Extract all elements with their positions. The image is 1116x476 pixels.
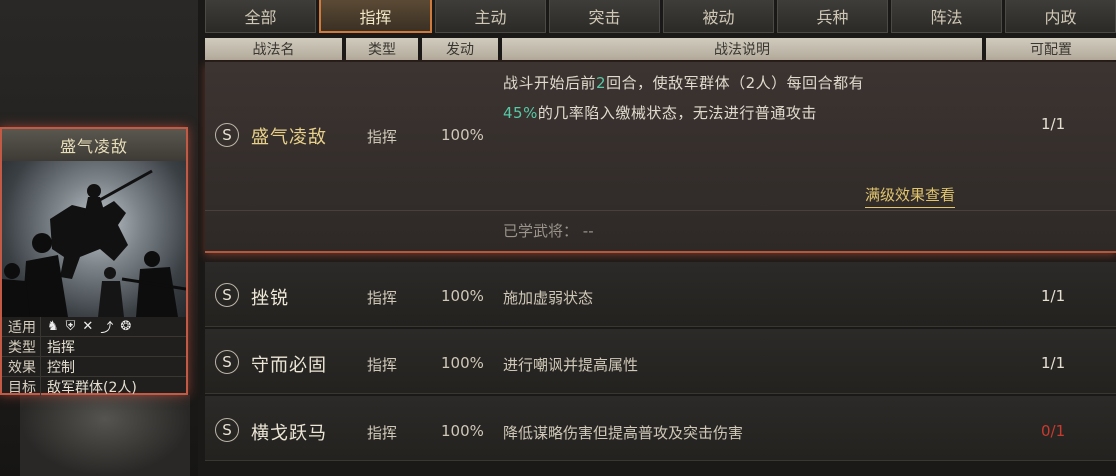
skill-config: 1/1 bbox=[1041, 287, 1066, 305]
attr-value: 敌军群体(2人) bbox=[40, 377, 137, 396]
skill-description: 降低谋略伤害但提高普攻及突击伤害 bbox=[503, 424, 744, 442]
skill-description: 进行嘲讽并提高属性 bbox=[503, 356, 639, 374]
tab-passive[interactable]: 被动 bbox=[663, 0, 774, 33]
skill-type: 指挥 bbox=[367, 424, 398, 442]
learned-generals: 已学武将： -- bbox=[503, 220, 594, 241]
skill-config: 1/1 bbox=[1041, 354, 1066, 372]
attr-key: 效果 bbox=[8, 359, 36, 376]
skill-card-attributes: 适用 ♞ ⛨ ✕ ⤴ ❂ 类型 指挥 效果 控制 目标 敌军群体(2人) bbox=[2, 317, 186, 396]
tab-command[interactable]: 指挥 bbox=[319, 0, 432, 33]
skill-type: 指挥 bbox=[367, 356, 398, 374]
grade-badge: S bbox=[215, 418, 239, 442]
skill-config: 1/1 bbox=[1041, 115, 1066, 133]
desc-percent: 45% bbox=[503, 104, 538, 122]
skill-rate: 100% bbox=[441, 287, 484, 305]
category-tabs: 全部 指挥 主动 突击 被动 兵种 阵法 内政 bbox=[205, 0, 1116, 33]
skill-description: 施加虚弱状态 bbox=[503, 289, 594, 307]
grade-badge: S bbox=[215, 350, 239, 374]
column-header-type[interactable]: 类型 bbox=[346, 38, 418, 60]
attr-row-applicable: 适用 ♞ ⛨ ✕ ⤴ ❂ bbox=[2, 317, 186, 337]
column-header-name[interactable]: 战法名 bbox=[205, 38, 342, 60]
cavalry-icon: ♞ bbox=[47, 319, 59, 334]
skill-rate: 100% bbox=[441, 422, 484, 440]
desc-text: 战斗开始后前 bbox=[503, 74, 597, 92]
skill-config: 0/1 bbox=[1041, 422, 1066, 440]
skill-name: 盛气凌敌 bbox=[251, 127, 327, 148]
learned-value: -- bbox=[582, 222, 594, 240]
skill-type: 指挥 bbox=[367, 128, 398, 146]
tab-all[interactable]: 全部 bbox=[205, 0, 316, 33]
learned-label: 已学武将： bbox=[503, 222, 579, 240]
grade-badge: S bbox=[215, 123, 239, 147]
skill-rate: 100% bbox=[441, 354, 484, 372]
skill-card-title: 盛气凌敌 bbox=[2, 129, 186, 161]
skill-rate: 100% bbox=[441, 126, 484, 144]
attr-row-effect: 效果 控制 bbox=[2, 357, 186, 377]
desc-text: 回合，使敌军群体（2人）每回合都有 bbox=[606, 74, 865, 92]
attr-value: 控制 bbox=[40, 357, 75, 376]
skill-description-line-1: 战斗开始后前2回合，使敌军群体（2人）每回合都有 bbox=[503, 72, 864, 93]
skill-name: 横戈跃马 bbox=[251, 423, 327, 444]
skill-description-line-2: 45%的几率陷入缴械状态，无法进行普通攻击 bbox=[503, 102, 817, 123]
skill-row-expanded[interactable]: S 盛气凌敌 指挥 100% 战斗开始后前2回合，使敌军群体（2人）每回合都有 … bbox=[205, 62, 1116, 253]
attr-key: 类型 bbox=[8, 339, 36, 356]
row-divider bbox=[205, 210, 1116, 211]
skill-row[interactable]: S 横戈跃马 指挥 100% 降低谋略伤害但提高普攻及突击伤害 0/1 bbox=[205, 396, 1116, 461]
tab-troop-type[interactable]: 兵种 bbox=[777, 0, 888, 33]
tab-internal-affairs[interactable]: 内政 bbox=[1005, 0, 1116, 33]
attr-key: 目标 bbox=[8, 379, 36, 396]
unit-type-icons: ♞ ⛨ ✕ ⤴ ❂ bbox=[40, 317, 131, 336]
bow-icon: ✕ bbox=[82, 319, 94, 334]
attr-value: 指挥 bbox=[40, 337, 75, 356]
skill-type: 指挥 bbox=[367, 289, 398, 307]
shield-icon: ⛨ bbox=[65, 319, 76, 334]
skill-name: 守而必固 bbox=[251, 355, 327, 376]
tab-active[interactable]: 主动 bbox=[435, 0, 546, 33]
skill-row[interactable]: S 挫锐 指挥 100% 施加虚弱状态 1/1 bbox=[205, 262, 1116, 327]
grade-badge: S bbox=[215, 283, 239, 307]
tab-assault[interactable]: 突击 bbox=[549, 0, 660, 33]
skill-card-artwork bbox=[2, 161, 186, 317]
skill-card: 盛气凌敌 适用 ♞ ⛨ ✕ ⤴ ❂ 类型 指挥 效果 控制 目标 敌军群体(2人… bbox=[0, 127, 188, 396]
column-header-trigger[interactable]: 发动 bbox=[422, 38, 498, 60]
spear-icon: ⤴ bbox=[100, 321, 114, 336]
column-header-description: 战法说明 bbox=[502, 38, 982, 60]
max-level-effect-link[interactable]: 满级效果查看 bbox=[865, 184, 956, 208]
tab-formation[interactable]: 阵法 bbox=[891, 0, 1002, 33]
attr-key: 适用 bbox=[8, 319, 36, 336]
attr-row-type: 类型 指挥 bbox=[2, 337, 186, 357]
attr-row-target: 目标 敌军群体(2人) bbox=[2, 377, 186, 396]
column-header-config[interactable]: 可配置 bbox=[986, 38, 1116, 60]
chariot-icon: ❂ bbox=[120, 319, 132, 334]
desc-text: 的几率陷入缴械状态，无法进行普通攻击 bbox=[537, 104, 817, 122]
skill-name: 挫锐 bbox=[251, 288, 289, 309]
left-panel-silhouette bbox=[20, 395, 190, 476]
desc-number: 2 bbox=[596, 74, 607, 92]
skill-row[interactable]: S 守而必固 指挥 100% 进行嘲讽并提高属性 1/1 bbox=[205, 329, 1116, 394]
